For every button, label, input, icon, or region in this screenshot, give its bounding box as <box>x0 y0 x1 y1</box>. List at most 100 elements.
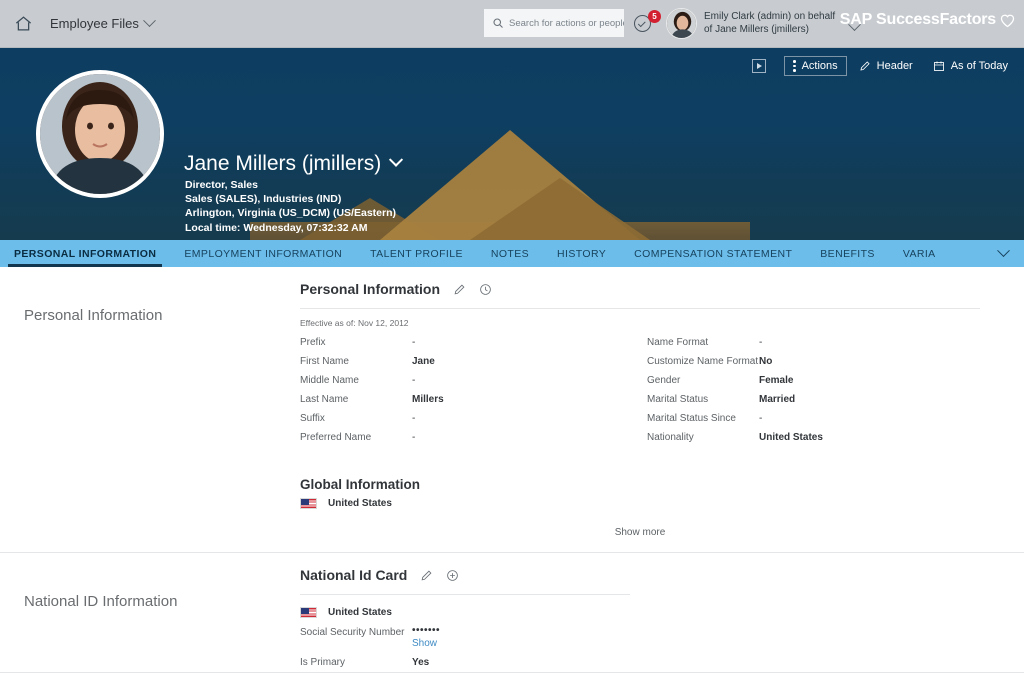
actions-button[interactable]: Actions <box>784 56 847 76</box>
field-row: Prefix - <box>300 333 647 352</box>
tab-varia[interactable]: VARIA <box>889 240 950 267</box>
field-value: Female <box>759 375 794 386</box>
tab-personal-information[interactable]: PERSONAL INFORMATION <box>0 240 170 267</box>
overflow-dots-icon <box>793 60 796 72</box>
field-value: - <box>412 375 416 386</box>
field-value: United States <box>759 432 823 443</box>
field-row: Marital Status Since - <box>647 409 994 428</box>
header-button-label: Header <box>876 60 913 72</box>
card-title-label: Personal Information <box>300 281 441 297</box>
brand-label: SAP SuccessFactors <box>839 11 996 28</box>
profile-location: Arlington, Virginia (US_DCM) (US/Eastern… <box>185 206 396 219</box>
us-flag-icon <box>300 498 317 509</box>
dune-mid-icon <box>470 178 650 240</box>
as-of-today-button[interactable]: As of Today <box>925 57 1016 75</box>
edit-pencil-icon[interactable] <box>420 569 433 582</box>
profile-meta: Director, Sales Sales (SALES), Industrie… <box>185 179 396 220</box>
profile-banner: Jane Millers (jmillers) Director, Sales … <box>0 48 1024 240</box>
add-plus-icon[interactable] <box>446 569 459 582</box>
tab-label: NOTES <box>490 247 530 260</box>
field-label: Gender <box>647 375 681 386</box>
section-national-id-information: National ID Information National Id Card <box>0 553 1024 673</box>
card-title-national-id-card: National Id Card <box>300 567 984 594</box>
home-icon[interactable] <box>10 11 36 37</box>
field-label: Preferred Name <box>300 432 372 443</box>
profile-photo[interactable] <box>36 70 164 198</box>
field-value: - <box>412 413 416 424</box>
tab-talent-profile[interactable]: TALENT PROFILE <box>356 240 477 267</box>
field-row: Customize Name Format No <box>647 352 994 371</box>
field-row: Preferred Name - <box>300 428 647 447</box>
notifications-button[interactable]: 5 <box>634 10 661 36</box>
tab-compensation-statement[interactable]: COMPENSATION STATEMENT <box>620 240 806 267</box>
field-label: Social Security Number <box>300 627 405 638</box>
global-information-title: Global Information <box>300 477 420 492</box>
search-icon <box>492 17 504 29</box>
field-value: Yes <box>412 657 430 668</box>
personal-information-fields: Prefix - First Name Jane Middle Name - L… <box>300 333 994 447</box>
field-row: Social Security Number ••••••• Show <box>300 623 984 653</box>
tab-label: BENEFITS <box>820 247 875 260</box>
tab-benefits[interactable]: BENEFITS <box>806 240 889 267</box>
field-label: Is Primary <box>300 657 345 668</box>
field-label: Last Name <box>300 394 349 405</box>
field-value: - <box>759 413 763 424</box>
field-label: Suffix <box>300 413 325 424</box>
pencil-icon <box>859 60 871 72</box>
search-input[interactable] <box>509 17 624 29</box>
page-title[interactable]: Jane Millers (jmillers) <box>184 152 404 176</box>
field-label: First Name <box>300 356 349 367</box>
field-row: Marital Status Married <box>647 390 994 409</box>
tab-employment-information[interactable]: EMPLOYMENT INFORMATION <box>170 240 356 267</box>
country-label: United States <box>328 498 392 509</box>
field-row: Is Primary Yes <box>300 653 984 672</box>
field-label: Nationality <box>647 432 694 443</box>
field-value: Jane <box>412 356 435 367</box>
tab-history[interactable]: HISTORY <box>543 240 620 267</box>
tab-label: HISTORY <box>557 247 607 260</box>
edit-pencil-icon[interactable] <box>453 283 466 296</box>
more-tabs-button[interactable] <box>983 240 1024 267</box>
main-content: Personal Information Personal Informatio… <box>0 267 1024 673</box>
global-information-country-row: United States <box>300 498 994 509</box>
section-label: National ID Information <box>24 593 178 610</box>
chevron-down-icon[interactable] <box>389 152 404 167</box>
chevron-down-icon <box>143 14 156 28</box>
search-box[interactable] <box>484 9 624 37</box>
card-title-personal-information: Personal Information <box>300 281 994 308</box>
field-value-masked: ••••••• <box>412 625 441 636</box>
field-label: Marital Status Since <box>647 413 736 424</box>
show-more-button[interactable]: Show more <box>300 509 980 552</box>
field-row: Last Name Millers <box>300 390 647 409</box>
profile-department: Sales (SALES), Industries (IND) <box>185 192 342 205</box>
avatar[interactable] <box>666 8 697 39</box>
us-flag-icon <box>300 607 317 618</box>
profile-name: Jane Millers (jmillers) <box>184 152 382 175</box>
show-ssn-link[interactable]: Show <box>412 636 440 651</box>
field-value: No <box>759 356 773 367</box>
heart-icon <box>1000 14 1015 27</box>
header-button[interactable]: Header <box>851 57 921 75</box>
show-more-label: Show more <box>614 527 666 538</box>
field-row: Nationality United States <box>647 428 994 447</box>
media-play-icon[interactable] <box>752 59 767 73</box>
country-label: United States <box>328 607 392 618</box>
calendar-icon <box>933 60 945 72</box>
top-bar: Employee Files 5 Emily Clark (admin) on … <box>0 0 1024 48</box>
breadcrumb[interactable]: Employee Files <box>50 14 156 31</box>
history-clock-icon[interactable] <box>479 283 492 296</box>
field-row: Middle Name - <box>300 371 647 390</box>
left-field-column: Prefix - First Name Jane Middle Name - L… <box>300 333 647 447</box>
national-id-country-row: United States <box>300 607 984 618</box>
field-value: Married <box>759 394 796 405</box>
section-label: Personal Information <box>24 307 163 324</box>
tab-label: TALENT PROFILE <box>370 247 463 260</box>
profile-local-time: Local time: Wednesday, 07:32:32 AM <box>185 222 368 234</box>
tab-notes[interactable]: NOTES <box>477 240 543 267</box>
right-field-column: Name Format - Customize Name Format No G… <box>647 333 994 447</box>
field-value: - <box>759 337 763 348</box>
field-label: Name Format <box>647 337 709 348</box>
field-row: Suffix - <box>300 409 647 428</box>
field-label: Prefix <box>300 337 326 348</box>
field-value: Millers <box>412 394 444 405</box>
